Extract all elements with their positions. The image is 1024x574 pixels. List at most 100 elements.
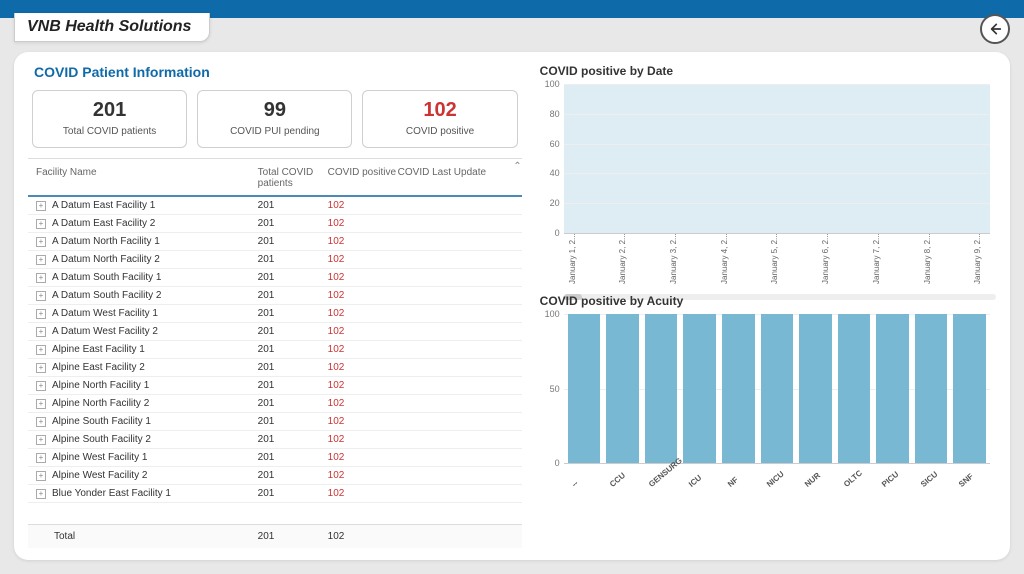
- expand-icon[interactable]: +: [36, 327, 46, 337]
- bar[interactable]: [722, 314, 755, 463]
- expand-icon[interactable]: +: [36, 201, 46, 211]
- facility-name: Alpine East Facility 1: [52, 344, 145, 355]
- table-row[interactable]: +A Datum East Facility 2201102: [28, 215, 522, 233]
- chart-x-axis: --CCUGENSURGICUNFNICUNUROLTCPICUSICUSNF: [564, 464, 990, 504]
- expand-icon[interactable]: +: [36, 399, 46, 409]
- cell-total: 201: [258, 434, 328, 445]
- table-row[interactable]: +Blue Yonder East Facility 1201102: [28, 485, 522, 503]
- expand-icon[interactable]: +: [36, 273, 46, 283]
- cell-positive: 102: [328, 272, 398, 283]
- expand-icon[interactable]: +: [36, 237, 46, 247]
- scroll-up-caret[interactable]: ⌃: [513, 161, 521, 172]
- table-row[interactable]: +Alpine West Facility 1201102: [28, 449, 522, 467]
- expand-icon[interactable]: +: [36, 219, 46, 229]
- expand-icon[interactable]: +: [36, 417, 46, 427]
- cell-positive: 102: [328, 380, 398, 391]
- app-title-tab: VNB Health Solutions: [14, 13, 210, 42]
- x-tick: January 6, 2...: [821, 234, 877, 284]
- table-row[interactable]: +Alpine North Facility 2201102: [28, 395, 522, 413]
- table-row[interactable]: +Alpine East Facility 2201102: [28, 359, 522, 377]
- table-row[interactable]: +Alpine East Facility 1201102: [28, 341, 522, 359]
- bar[interactable]: [799, 314, 832, 463]
- area-series: [564, 84, 990, 233]
- cell-total: 201: [258, 452, 328, 463]
- table-body[interactable]: +A Datum East Facility 1201102+A Datum E…: [28, 197, 522, 524]
- y-tick: 80: [540, 109, 560, 119]
- chart-covid-positive-by-acuity: COVID positive by Acuity 050100 --CCUGEN…: [538, 292, 996, 512]
- table-row[interactable]: +A Datum North Facility 1201102: [28, 233, 522, 251]
- table-row[interactable]: +A Datum East Facility 1201102: [28, 197, 522, 215]
- table-row[interactable]: +A Datum South Facility 2201102: [28, 287, 522, 305]
- left-column: COVID Patient Information 201 Total COVI…: [28, 62, 522, 548]
- col-header-positive[interactable]: COVID positive: [328, 167, 398, 189]
- cell-positive: 102: [328, 362, 398, 373]
- table-row[interactable]: +A Datum North Facility 2201102: [28, 251, 522, 269]
- chart-title: COVID positive by Date: [540, 64, 996, 78]
- chart-plot-area[interactable]: 050100: [564, 314, 990, 464]
- cell-positive: 102: [328, 218, 398, 229]
- table-row[interactable]: +A Datum West Facility 1201102: [28, 305, 522, 323]
- facility-name: A Datum East Facility 1: [52, 200, 155, 211]
- cell-positive: 102: [328, 290, 398, 301]
- kpi-row: 201 Total COVID patients 99 COVID PUI pe…: [28, 90, 522, 158]
- cell-total: 201: [258, 236, 328, 247]
- col-header-name[interactable]: Facility Name: [32, 167, 258, 189]
- facility-name: A Datum West Facility 1: [52, 308, 158, 319]
- x-tick: January 5, 2...: [770, 234, 826, 284]
- col-header-total[interactable]: Total COVID patients: [258, 167, 328, 189]
- bar[interactable]: [876, 314, 909, 463]
- expand-icon[interactable]: +: [36, 381, 46, 391]
- footer-label: Total: [32, 531, 258, 542]
- table-row[interactable]: +Alpine South Facility 2201102: [28, 431, 522, 449]
- bar[interactable]: [683, 314, 716, 463]
- facility-name: Blue Yonder East Facility 1: [52, 488, 171, 499]
- chart-plot-area[interactable]: 020406080100: [564, 84, 990, 234]
- expand-icon[interactable]: +: [36, 435, 46, 445]
- facility-name: A Datum West Facility 2: [52, 326, 158, 337]
- cell-total: 201: [258, 380, 328, 391]
- expand-icon[interactable]: +: [36, 363, 46, 373]
- cell-total: 201: [258, 218, 328, 229]
- col-header-update[interactable]: COVID Last Update: [398, 167, 518, 189]
- kpi-label: Total COVID patients: [37, 126, 182, 137]
- table-row[interactable]: +A Datum West Facility 2201102: [28, 323, 522, 341]
- back-button[interactable]: [980, 14, 1010, 44]
- table-row[interactable]: +Alpine North Facility 1201102: [28, 377, 522, 395]
- table-row[interactable]: +A Datum South Facility 1201102: [28, 269, 522, 287]
- y-tick: 100: [540, 79, 560, 89]
- cell-positive: 102: [328, 416, 398, 427]
- cell-total: 201: [258, 488, 328, 499]
- bar[interactable]: [645, 314, 678, 463]
- chart-covid-positive-by-date: COVID positive by Date 020406080100 Janu…: [538, 62, 996, 282]
- bar[interactable]: [568, 314, 601, 463]
- cell-total: 201: [258, 290, 328, 301]
- expand-icon[interactable]: +: [36, 453, 46, 463]
- expand-icon[interactable]: +: [36, 489, 46, 499]
- cell-total: 201: [258, 416, 328, 427]
- expand-icon[interactable]: +: [36, 471, 46, 481]
- x-tick: January 4, 2...: [720, 234, 776, 284]
- kpi-total-patients: 201 Total COVID patients: [32, 90, 187, 148]
- expand-icon[interactable]: +: [36, 291, 46, 301]
- expand-icon[interactable]: +: [36, 309, 46, 319]
- bar[interactable]: [761, 314, 794, 463]
- cell-positive: 102: [328, 200, 398, 211]
- expand-icon[interactable]: +: [36, 345, 46, 355]
- bar[interactable]: [953, 314, 986, 463]
- y-tick: 40: [540, 168, 560, 178]
- table-row[interactable]: +Alpine South Facility 1201102: [28, 413, 522, 431]
- bar[interactable]: [915, 314, 948, 463]
- y-tick: 60: [540, 139, 560, 149]
- expand-icon[interactable]: +: [36, 255, 46, 265]
- bar[interactable]: [838, 314, 871, 463]
- facility-table: Facility Name Total COVID patients COVID…: [28, 158, 522, 548]
- kpi-value: 102: [367, 99, 512, 122]
- table-row[interactable]: +Alpine West Facility 2201102: [28, 467, 522, 485]
- kpi-covid-positive: 102 COVID positive: [362, 90, 517, 148]
- table-footer-row: Total 201 102: [28, 524, 522, 548]
- x-tick: January 3, 2...: [669, 234, 725, 284]
- y-tick: 100: [540, 309, 560, 319]
- cell-total: 201: [258, 308, 328, 319]
- bar[interactable]: [606, 314, 639, 463]
- footer-positive: 102: [328, 531, 398, 542]
